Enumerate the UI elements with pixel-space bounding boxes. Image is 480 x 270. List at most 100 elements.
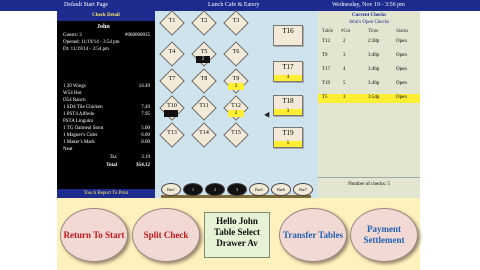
bar-seat[interactable]: 2 [205, 183, 225, 196]
guest-count-badge [164, 110, 178, 117]
open-check-table: T17 [322, 67, 331, 72]
table-label: T18 [282, 97, 294, 105]
bar-seat[interactable]: Bar6 [271, 183, 291, 196]
bar-seat[interactable]: Bar1 [161, 183, 181, 196]
return-to-start-label: Return To Start [63, 229, 125, 240]
open-check-row[interactable]: T19 5 3:46p Open [318, 80, 420, 89]
open-check-time: 3:46p [368, 81, 380, 86]
check-item-price: 6.00 [141, 133, 150, 138]
guest-count-badge: 3 [274, 109, 302, 115]
open-check-status: Open [396, 39, 407, 44]
table-label: T12 [231, 103, 241, 109]
check-detail-title: Check Detail [57, 11, 155, 21]
table-label: T9 [232, 76, 240, 82]
col-guests: #Gst [341, 29, 351, 34]
table-label: T13 [167, 130, 177, 136]
check-item-price: 7.49 [141, 105, 150, 110]
check-item-name[interactable]: 1 TG Oatmeal Stout [63, 126, 103, 131]
table-label: T7 [168, 76, 176, 82]
pointer-icon [264, 111, 272, 120]
payment-settlement-button[interactable]: Payment Settlement [350, 208, 418, 262]
table-t17[interactable]: T17 4 [273, 61, 303, 82]
table-t19[interactable]: T19 5 [273, 127, 303, 148]
guest-count-badge: 5 [274, 141, 302, 147]
col-status: Status [396, 29, 409, 34]
open-check-status: Open [396, 81, 407, 86]
open-check-row[interactable]: T12 2 2:38p Open [318, 38, 420, 47]
open-check-status: Open [396, 95, 407, 100]
guest-count-badge: 2 [228, 110, 244, 117]
transfer-tables-label: Transfer Tables [283, 229, 343, 240]
table-label: T5 [200, 49, 208, 55]
check-item-price: 5.00 [141, 126, 150, 131]
bar-seat[interactable]: Bar7 [293, 183, 313, 196]
title-bar: Default Start Page Lunch Cafe & Eatery W… [0, 0, 480, 11]
server-name: John [97, 24, 110, 30]
total-label: Total [106, 163, 117, 168]
open-check-time: 3:54p [368, 95, 380, 100]
payment-settlement-label: Payment Settlement [363, 224, 405, 245]
date-time: Wednesday, Nov 19 - 3:56 pm [332, 2, 405, 8]
check-item-name[interactable]: 1 SD4 Tile Chicken [63, 105, 103, 110]
return-to-start-button[interactable]: Return To Start [60, 208, 128, 262]
open-checks-panel: Current Checks John's Open Checks Table … [318, 11, 420, 198]
guest-count: Guests: 3 [63, 33, 82, 38]
open-check-row[interactable]: T5 3 3:54p Open [318, 94, 420, 103]
action-bar: Return To Start Split Check Hello John T… [57, 198, 420, 270]
check-item-name[interactable]: W54 Hot [63, 91, 81, 96]
open-check-time: 2:38p [368, 39, 380, 44]
dt-time: Dt: 11/19/14 - 3:54 pm [63, 47, 109, 52]
start-page-label[interactable]: Default Start Page [64, 0, 108, 11]
table-select-label: Table Select [214, 227, 260, 237]
open-check-row[interactable]: T17 4 3:46p Open [318, 66, 420, 75]
open-check-guests: 3 [343, 53, 346, 58]
table-t16[interactable]: T16 [273, 25, 303, 46]
check-item-name[interactable]: D54 Ranch [63, 98, 86, 103]
table-label: T1 [168, 18, 176, 24]
table-t18[interactable]: T18 3 [273, 95, 303, 116]
open-check-guests: 5 [343, 81, 346, 86]
drawer-label: Drawer Av [216, 238, 258, 248]
open-check-status: Open [396, 53, 407, 58]
open-check-table: T5 [322, 95, 328, 100]
check-item-name[interactable]: 1 20 Wings [63, 84, 86, 89]
open-check-time: 3:46p [368, 53, 380, 58]
tax-label: Tax [109, 155, 117, 160]
table-label: T6 [232, 49, 240, 55]
table-label: T3 [232, 18, 240, 24]
table-label: T15 [231, 130, 241, 136]
guest-count-badge: 2 [196, 56, 210, 63]
table-label: T10 [167, 103, 177, 109]
table-label: T14 [199, 130, 209, 136]
open-check-row[interactable]: T9 3 3:46p Open [318, 52, 420, 61]
bar-seat[interactable]: Bar5 [249, 183, 269, 196]
check-item-name[interactable]: 1 Magner's Cider [63, 133, 98, 138]
guest-count-badge: 4 [274, 75, 302, 81]
transfer-tables-button[interactable]: Transfer Tables [279, 208, 347, 262]
current-checks-title: Current Checks [351, 13, 387, 18]
table-label: T16 [282, 27, 294, 35]
check-item-name[interactable]: PSTA Linguini [63, 119, 93, 124]
open-check-status: Open [396, 67, 407, 72]
open-check-table: T12 [322, 39, 331, 44]
table-select-button[interactable]: Hello John Table Select Drawer Av [204, 212, 270, 258]
check-item-name[interactable]: 1 PST4 Alfredo [63, 112, 94, 117]
print-report-button[interactable]: Touch Report To Print [57, 189, 155, 198]
check-detail-panel[interactable]: Check Detail John Guests: 3 #000000035 O… [57, 11, 155, 198]
check-item-price: 8.00 [141, 140, 150, 145]
guest-count-badge: 3 [228, 83, 244, 90]
open-check-guests: 4 [343, 67, 346, 72]
table-label: T4 [168, 49, 176, 55]
open-check-time: 3:46p [368, 67, 380, 72]
check-item-name[interactable]: Neat [63, 147, 72, 152]
open-check-guests: 3 [343, 95, 346, 100]
restaurant-name: Lunch Cafe & Eatery [208, 2, 260, 8]
table-label: T2 [200, 18, 208, 24]
bar-seat[interactable]: 3 [227, 183, 247, 196]
split-check-button[interactable]: Split Check [132, 208, 200, 262]
open-check-guests: 2 [343, 39, 346, 44]
bar-seat[interactable]: 1 [183, 183, 203, 196]
check-item-name[interactable]: 1 Maker's Mark [63, 140, 95, 145]
floor-plan: T1 T2 T3 T4 T5 2 T6 T7 T8 T9 3 T10 T11 T12 2 T13 T14 T15 T… [155, 10, 318, 198]
number-of-checks: Number of checks: 5 [318, 177, 420, 187]
